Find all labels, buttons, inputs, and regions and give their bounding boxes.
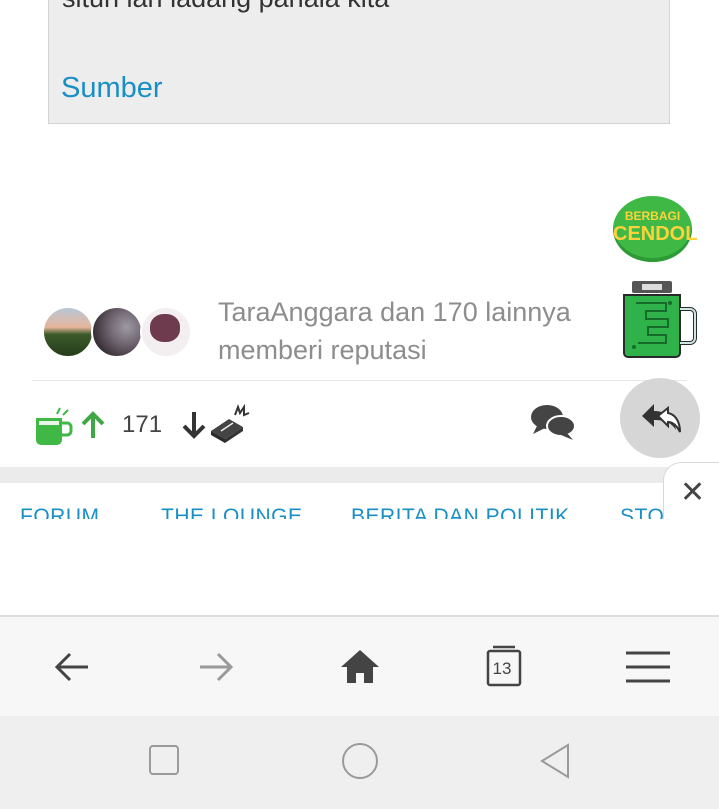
back-arrow-icon	[54, 652, 88, 682]
menu-button[interactable]	[626, 645, 670, 689]
forward-button[interactable]	[194, 645, 238, 689]
share-cendol-badge[interactable]: BERBAGI CENDOL	[613, 196, 698, 262]
back-button[interactable]	[50, 645, 94, 689]
tabs-button[interactable]: 13	[485, 645, 529, 689]
quote-block: situn lan ladang panala kita Sumber	[48, 0, 670, 124]
reputation-text[interactable]: TaraAnggara dan 170 lainnya memberi repu…	[218, 293, 598, 369]
avatar	[140, 306, 192, 358]
badge-line1: BERBAGI	[624, 209, 681, 223]
circle-icon	[342, 743, 378, 779]
close-nav-button[interactable]: ✕	[663, 462, 719, 524]
divider	[32, 380, 687, 381]
back-system-button[interactable]	[538, 742, 572, 785]
home-system-button[interactable]	[341, 742, 379, 785]
share-button[interactable]	[620, 378, 700, 458]
hamburger-menu-icon	[626, 651, 670, 683]
home-icon	[341, 650, 379, 683]
share-arrow-icon	[642, 404, 681, 433]
triangle-back-icon	[540, 743, 569, 779]
tab-count: 13	[492, 659, 512, 678]
vote-count: 171	[122, 411, 163, 438]
home-button[interactable]	[338, 645, 382, 689]
comment-icon[interactable]	[529, 402, 577, 444]
upvote-arrow-icon[interactable]	[80, 410, 106, 440]
cendol-jar-icon[interactable]	[620, 279, 698, 359]
nav-item-the-lounge[interactable]: THE LOUNGE	[161, 505, 303, 519]
downvote-arrow-icon[interactable]	[181, 410, 207, 440]
system-navigation-bar	[0, 716, 719, 809]
browser-toolbar: 13	[0, 615, 719, 717]
cendol-cup-icon[interactable]	[33, 405, 75, 447]
close-icon: ✕	[680, 476, 706, 509]
section-separator	[0, 467, 719, 483]
nav-item-berita-dan-politik[interactable]: BERITA DAN POLITIK	[351, 505, 570, 519]
recents-button[interactable]	[148, 744, 180, 781]
square-icon	[149, 745, 179, 775]
nav-item-forum[interactable]: FORUM	[20, 505, 100, 519]
blank-area	[0, 519, 719, 615]
forward-arrow-icon	[200, 652, 234, 682]
badge-line2: CENDOL	[613, 223, 698, 245]
source-link[interactable]: Sumber	[61, 72, 163, 105]
quote-text: situn lan ladang panala kita	[62, 0, 389, 14]
forum-nav: FORUM THE LOUNGE BERITA DAN POLITIK STOR…	[0, 483, 719, 519]
reputation-avatars[interactable]	[42, 306, 192, 358]
brick-icon[interactable]	[207, 403, 251, 445]
avatar	[42, 306, 94, 358]
avatar	[91, 306, 143, 358]
